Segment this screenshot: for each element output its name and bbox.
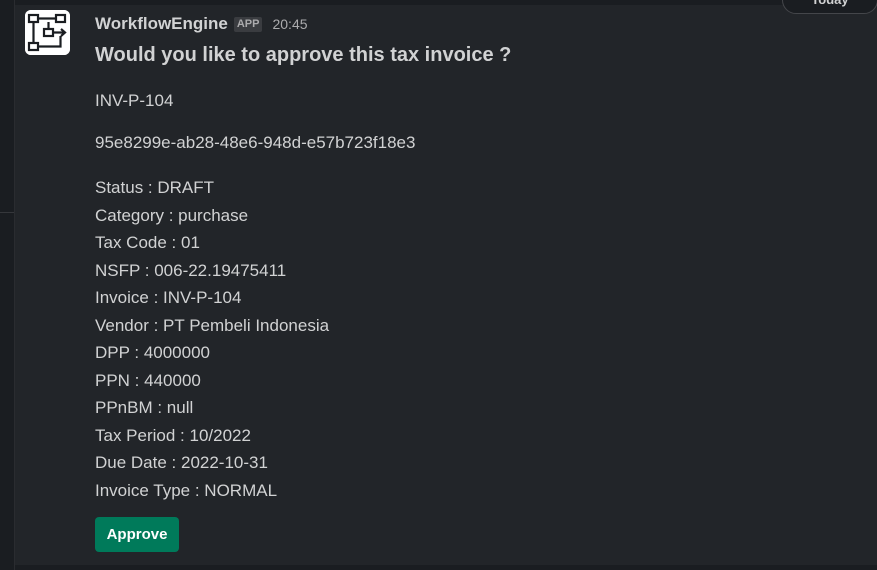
field-vendor: Vendor : PT Pembeli Indonesia	[95, 315, 330, 335]
invoice-reference: INV-P-104	[95, 91, 174, 110]
sender-name[interactable]: WorkflowEngine	[95, 14, 228, 34]
field-status: Status : DRAFT	[95, 178, 215, 197]
workflow-diagram-icon[interactable]	[25, 10, 70, 55]
message-header: WorkflowEngine APP 20:45	[95, 13, 308, 35]
field-nsfp: NSFP : 006-22.19475411	[95, 260, 287, 280]
sidebar-divider	[0, 212, 14, 213]
message-title: Would you like to approve this tax invoi…	[95, 44, 512, 66]
message-timestamp[interactable]: 20:45	[272, 16, 307, 32]
invoice-uuid: 95e8299e-ab28-48e6-948d-e57b723f18e3	[95, 133, 416, 152]
field-invoice-type: Invoice Type : NORMAL	[95, 480, 278, 500]
invoice-fields: Status : DRAFT Category : purchase Tax C…	[95, 174, 329, 504]
field-tax-period: Tax Period : 10/2022	[95, 425, 251, 445]
field-ppn: PPN : 440000	[95, 370, 201, 390]
field-tax-code: Tax Code : 01	[95, 233, 200, 252]
date-divider-pill[interactable]: Today	[782, 0, 877, 14]
left-sidebar-edge	[0, 0, 15, 570]
field-category: Category : purchase	[95, 205, 249, 225]
app-badge: APP	[233, 16, 263, 32]
field-ppnbm: PPnBM : null	[95, 398, 194, 417]
approve-button[interactable]: Approve	[95, 517, 179, 552]
field-due-date: Due Date : 2022-10-31	[95, 453, 268, 472]
field-dpp: DPP : 4000000	[95, 343, 210, 362]
bottom-divider	[15, 565, 877, 570]
field-invoice: Invoice : INV-P-104	[95, 288, 242, 307]
